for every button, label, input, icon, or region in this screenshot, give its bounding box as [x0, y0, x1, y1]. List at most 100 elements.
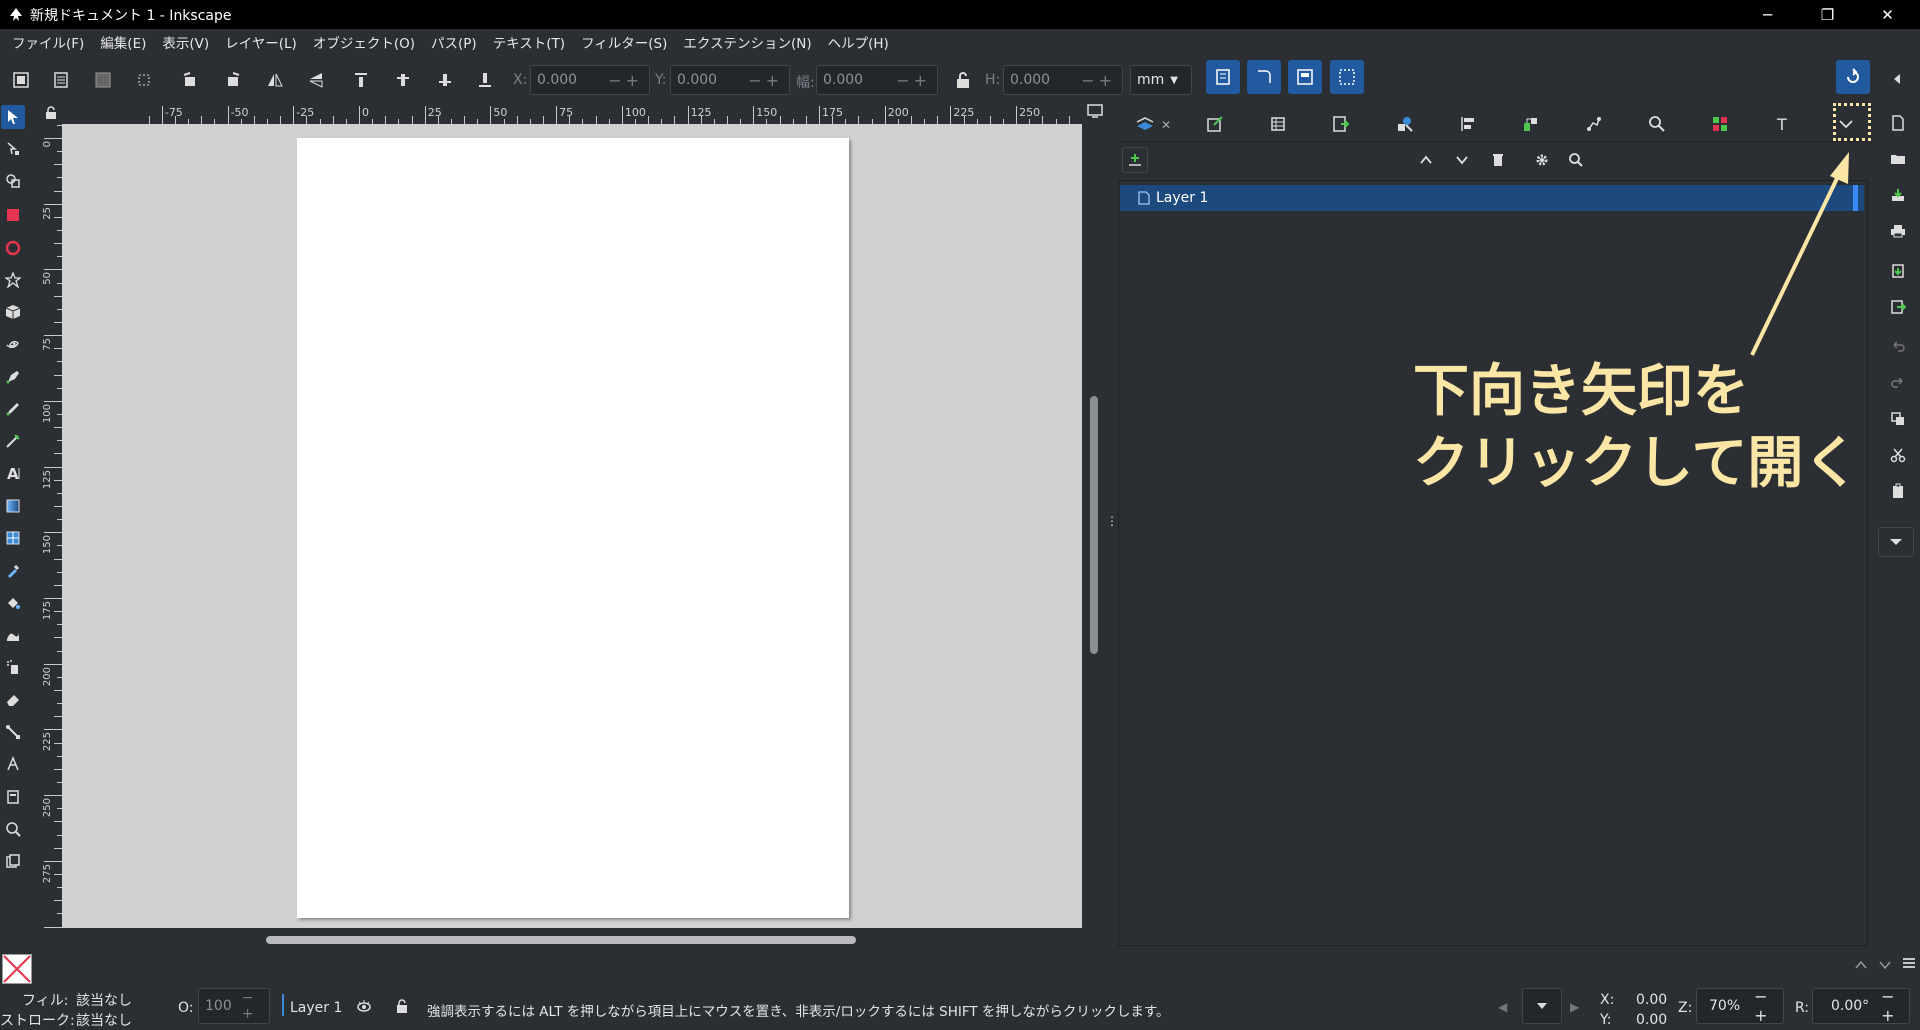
open-folder-icon[interactable] [1886, 147, 1910, 171]
y-input[interactable]: 0.000 −+ [670, 65, 790, 95]
star-tool-icon[interactable] [1, 268, 25, 292]
transform-patterns-button[interactable] [1330, 60, 1364, 94]
redo-icon[interactable] [1886, 369, 1910, 393]
tab-find-icon[interactable] [1645, 112, 1669, 136]
page-next-icon[interactable]: ▶ [1570, 1000, 1579, 1014]
spray-tool-icon[interactable] [1, 655, 25, 679]
tab-text-font[interactable]: T [1771, 112, 1795, 136]
tab-objects[interactable] [1266, 112, 1290, 136]
y-stepper-icon[interactable]: −+ [748, 71, 783, 90]
fill-value[interactable]: 該当なし [76, 990, 132, 1010]
menu-layer[interactable]: レイヤー(L) [217, 29, 305, 59]
select-all-layers-icon[interactable] [48, 67, 74, 93]
tab-swatches[interactable] [1519, 112, 1543, 136]
maximize-button[interactable]: ❐ [1800, 0, 1855, 29]
h-input[interactable]: 0.000 −+ [1003, 65, 1123, 95]
tab-export[interactable] [1329, 112, 1353, 136]
raise-icon[interactable] [390, 67, 416, 93]
canvas-menu-icon[interactable] [1087, 104, 1105, 122]
tweak-tool-icon[interactable] [1, 623, 25, 647]
page[interactable] [297, 138, 849, 918]
opacity-stepper-icon[interactable]: −+ [242, 990, 269, 1022]
export-icon[interactable] [1886, 295, 1910, 319]
current-layer[interactable]: Layer 1 [290, 1000, 342, 1016]
layer-lock-icon[interactable] [394, 998, 410, 1018]
menu-view[interactable]: 表示(V) [154, 29, 217, 59]
print-icon[interactable] [1886, 219, 1910, 243]
stroke-value[interactable]: 該当なし [76, 1010, 132, 1030]
paint-bucket-tool-icon[interactable] [1, 591, 25, 615]
horizontal-ruler[interactable]: -75-50-250255075100125150175200225250275 [62, 104, 1082, 124]
rotation-input[interactable]: 0.00° −+ [1812, 987, 1910, 1025]
tab-layers[interactable]: ✕ [1134, 112, 1174, 136]
unit-select[interactable]: mm ▼ [1130, 65, 1192, 95]
menu-help[interactable]: ヘルプ(H) [820, 29, 897, 59]
text-tool-icon[interactable]: A [1, 461, 25, 485]
x-stepper-icon[interactable]: −+ [608, 71, 643, 90]
rectangle-tool-icon[interactable] [1, 203, 25, 227]
dropper-tool-icon[interactable] [1, 559, 25, 583]
ruler-corner-lock-icon[interactable] [44, 106, 60, 122]
tab-align-distribute[interactable] [1456, 112, 1480, 136]
menu-file[interactable]: ファイル(F) [4, 29, 92, 59]
cut-scissors-icon[interactable] [1886, 443, 1910, 467]
eraser-tool-icon[interactable] [1, 688, 25, 712]
raise-to-top-icon[interactable] [348, 67, 374, 93]
paste-clipboard-icon[interactable] [1886, 479, 1910, 503]
import-icon[interactable] [1886, 259, 1910, 283]
dock-resize-handle[interactable]: ⋮ [1106, 515, 1118, 538]
rotate-ccw-icon[interactable] [177, 67, 203, 93]
move-layer-up-icon[interactable] [1414, 148, 1438, 172]
w-input[interactable]: 0.000 −+ [816, 65, 938, 95]
h-stepper-icon[interactable]: −+ [1081, 71, 1116, 90]
tab-symbols[interactable] [1393, 112, 1417, 136]
connector-tool-icon[interactable] [1, 720, 25, 744]
new-document-icon[interactable] [1886, 111, 1910, 135]
copy-icon[interactable] [1886, 407, 1910, 431]
measure-tool-icon[interactable] [1, 849, 25, 873]
horizontal-scrollbar[interactable] [266, 936, 856, 944]
menu-path[interactable]: パス(P) [423, 29, 485, 59]
menu-edit[interactable]: 編集(E) [92, 29, 154, 59]
select-all-icon[interactable] [8, 67, 34, 93]
statusbar-down-icon[interactable] [1879, 958, 1891, 974]
layer-search-icon[interactable] [1564, 148, 1588, 172]
lower-to-bottom-icon[interactable] [472, 67, 498, 93]
add-layer-button[interactable] [1122, 147, 1148, 173]
page-select[interactable] [1522, 988, 1562, 1024]
zoom-input[interactable]: 70% −+ [1696, 987, 1784, 1025]
gradient-tool-icon[interactable] [1, 494, 25, 518]
menu-object[interactable]: オブジェクト(O) [305, 29, 423, 59]
zoom-stepper-icon[interactable]: −+ [1754, 987, 1783, 1025]
3d-box-tool-icon[interactable] [1, 300, 25, 324]
menu-filters[interactable]: フィルター(S) [573, 29, 675, 59]
zoom-tool-icon[interactable] [1, 817, 25, 841]
statusbar-up-icon[interactable] [1855, 958, 1867, 974]
rotation-stepper-icon[interactable]: −+ [1881, 987, 1909, 1025]
w-stepper-icon[interactable]: −+ [896, 71, 931, 90]
tab-fill-stroke[interactable] [1203, 112, 1227, 136]
rotate-cw-icon[interactable] [220, 67, 246, 93]
delete-layer-icon[interactable] [1486, 148, 1510, 172]
node-tool-icon[interactable] [1, 137, 25, 161]
spiral-tool-icon[interactable] [1, 332, 25, 356]
transform-handles-icon[interactable] [131, 67, 157, 93]
scale-stroke-button[interactable] [1206, 60, 1240, 94]
snap-toggle-button[interactable] [1836, 60, 1870, 94]
snap-popover-icon[interactable] [1884, 66, 1910, 92]
transform-gradients-button[interactable] [1288, 60, 1322, 94]
close-button[interactable]: ✕ [1860, 0, 1915, 29]
deselect-icon[interactable] [90, 67, 116, 93]
flip-vertical-icon[interactable] [303, 67, 329, 93]
tab-xml-editor[interactable] [1582, 112, 1606, 136]
vertical-ruler[interactable]: 0 25 50 75 100 125 150 175 200 225 250 275 [42, 124, 62, 928]
pages-tool-icon[interactable] [1, 785, 25, 809]
statusbar-menu-icon[interactable] [1902, 956, 1916, 974]
vertical-scrollbar[interactable] [1090, 396, 1098, 654]
menu-text[interactable]: テキスト(T) [485, 29, 573, 59]
minimize-button[interactable]: ─ [1740, 0, 1795, 29]
fill-stroke-indicator[interactable] [2, 954, 32, 984]
ellipse-tool-icon[interactable] [1, 236, 25, 260]
opacity-input[interactable]: 100 −+ [198, 988, 270, 1024]
calligraphy-tool-icon[interactable] [1, 429, 25, 453]
